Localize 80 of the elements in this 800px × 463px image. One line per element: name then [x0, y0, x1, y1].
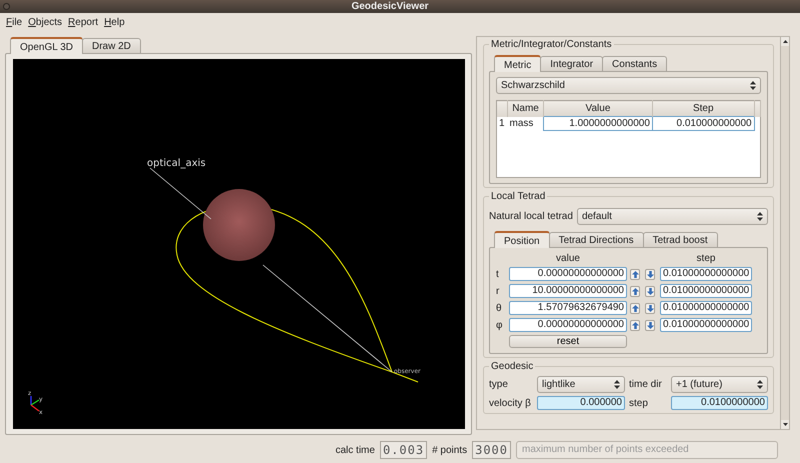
tab[interactable]: Metric: [494, 55, 542, 72]
group-title: Local Tetrad: [490, 191, 546, 202]
down-arrow-icon: [646, 288, 654, 294]
down-arrow-icon: [646, 270, 654, 278]
field-label: type: [489, 379, 509, 390]
down-arrow-icon: [646, 304, 654, 312]
tab[interactable]: Draw 2D: [82, 38, 141, 53]
tab[interactable]: Integrator: [540, 56, 604, 71]
table-cell: mass: [508, 116, 544, 130]
increment-button[interactable]: [630, 286, 640, 296]
tab[interactable]: OpenGL 3D: [10, 37, 83, 54]
step-field[interactable]: 0.0100000000: [671, 396, 768, 410]
decrement-button[interactable]: [645, 320, 655, 330]
scroll-up-arrow-icon[interactable]: [782, 40, 788, 43]
group-title: Metric/Integrator/Constants: [490, 39, 613, 50]
decrement-button[interactable]: [645, 302, 655, 314]
increment-button[interactable]: [630, 268, 640, 280]
optical-axis-label: optical_axis: [147, 158, 206, 169]
menu-item[interactable]: Help: [101, 16, 128, 28]
up-arrow-icon: [632, 304, 638, 312]
tab[interactable]: Tetrad Directions: [548, 232, 644, 247]
value-field[interactable]: 0.00000000000000: [509, 267, 627, 281]
field-label: velocity β: [489, 398, 532, 408]
coordinate-label: θ: [496, 302, 503, 314]
field-label: time dir: [629, 379, 663, 390]
coordinate-label: r: [496, 286, 500, 296]
time-direction-select[interactable]: +1 (future): [671, 376, 768, 393]
column-header: value: [555, 253, 581, 264]
increment-button[interactable]: [630, 302, 640, 314]
up-down-caret-icon: [614, 380, 620, 389]
reset-button[interactable]: reset: [509, 335, 627, 348]
step-field[interactable]: 0.01000000000000: [660, 318, 752, 332]
up-down-caret-icon: [757, 380, 763, 389]
column-header: Value: [544, 100, 652, 116]
calc-time-label: calc time: [335, 444, 375, 456]
velocity-field[interactable]: 0.000000: [537, 396, 625, 410]
field-label: step: [629, 398, 649, 408]
row-number: 1: [496, 116, 508, 130]
sphere: [203, 189, 275, 261]
up-arrow-icon: [632, 288, 638, 294]
step-field[interactable]: 0.01000000000000: [660, 267, 752, 281]
scrollbar[interactable]: [781, 36, 790, 430]
up-down-caret-icon: [750, 81, 756, 90]
down-arrow-icon: [646, 322, 654, 328]
menu-item[interactable]: File: [3, 16, 26, 28]
window-title: GeodesicViewer: [350, 1, 430, 12]
type-select[interactable]: lightlike: [537, 376, 625, 393]
column-header: Step: [652, 100, 754, 116]
value-field[interactable]: 10.00000000000000: [509, 284, 627, 298]
column-header: Name: [508, 100, 544, 116]
column-header: step: [696, 253, 716, 264]
coordinate-label: φ: [496, 320, 504, 330]
step-field[interactable]: 0.01000000000000: [660, 301, 752, 315]
tab[interactable]: Position: [494, 231, 550, 248]
table-cell[interactable]: 1.0000000000000: [544, 116, 652, 130]
increment-button[interactable]: [630, 320, 640, 330]
tab[interactable]: Constants: [602, 56, 668, 71]
points-display: 3000: [472, 441, 511, 459]
status-message-field: maximum number of points exceeded: [516, 441, 778, 459]
optical-axis-line: [150, 168, 212, 220]
table-cell[interactable]: 0.010000000000: [652, 116, 754, 130]
value-field[interactable]: 0.00000000000000: [509, 318, 627, 332]
tab[interactable]: Tetrad boost: [642, 232, 718, 247]
step-field[interactable]: 0.01000000000000: [660, 284, 752, 298]
menu-item[interactable]: Report: [65, 16, 102, 28]
points-label: # points: [432, 444, 468, 456]
coordinate-label: t: [496, 268, 500, 280]
up-down-caret-icon: [757, 212, 763, 221]
group-title: Geodesic: [490, 361, 534, 372]
metric-select[interactable]: Schwarzschild: [496, 77, 761, 94]
field-label: Natural local tetrad: [489, 211, 573, 222]
up-arrow-icon: [632, 270, 638, 278]
decrement-button[interactable]: [645, 268, 655, 280]
decrement-button[interactable]: [645, 286, 655, 296]
calc-time-display: 0.003: [380, 441, 428, 459]
menu-item[interactable]: Objects: [25, 16, 66, 28]
scroll-down-arrow-icon[interactable]: [782, 423, 788, 426]
value-field[interactable]: 1.57079632679490: [509, 301, 627, 315]
tetrad-select[interactable]: default: [576, 208, 768, 225]
up-arrow-icon: [632, 322, 638, 328]
